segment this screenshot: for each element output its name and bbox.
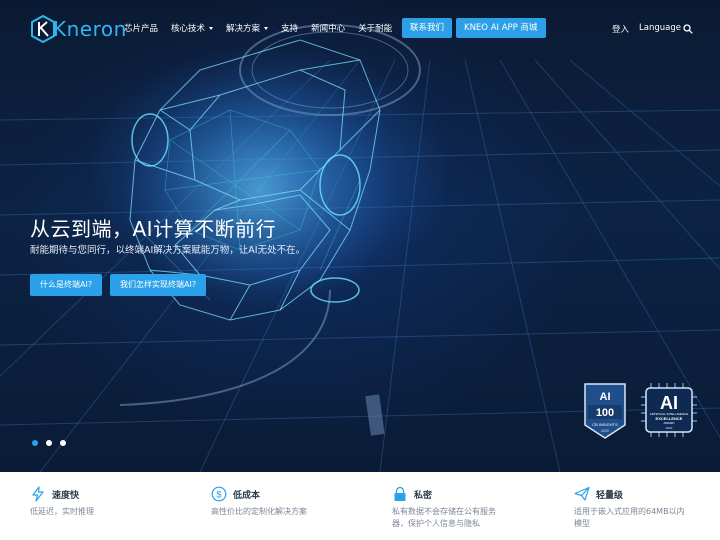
lightning-icon [32,486,44,502]
nav-item-label: 关于耐能 [358,24,393,34]
feature-title: 轻量级 [596,491,624,501]
nav-item-solutions[interactable]: 解决方案 [226,22,269,34]
svg-text:100: 100 [596,407,614,419]
nav-item-label: 芯片产品 [124,24,159,34]
login-link[interactable]: 登入 [612,23,629,35]
main-menu: 芯片产品 核心技术 解决方案 支持 新闻中心 关于耐能 [124,22,405,34]
nav-item-chip-products[interactable]: 芯片产品 [124,22,158,34]
nav-item-label: 支持 [281,24,299,34]
carousel-indicators [32,440,74,446]
dollar-icon: $ [211,486,227,502]
app-store-button[interactable]: KNEO AI APP 商城 [456,18,546,38]
how-edge-ai-button[interactable]: 我们怎样实现终端AI? [110,274,207,296]
hero-headline: 从云到端，AI计算不断前行 [30,217,277,241]
ai100-award-badge: AI 100 CB INSIGHTS 2020 [584,383,626,439]
carousel-dot-2[interactable] [46,440,52,446]
svg-text:2020: 2020 [601,429,609,433]
lock-icon [394,486,406,501]
nav-item-label: 核心技术 [171,24,206,34]
feature-description: 私有数据不会存储在公有服务器，保护个人信息与隐私 [392,507,496,528]
nav-item-core-tech[interactable]: 核心技术 [171,22,214,34]
feature-description: 高性价比的定制化解决方案 [211,507,307,516]
feature-strip: 速度快 低延迟，实时推理 $ 低成本 高性价比的定制化解决方案 私密 私有数据不… [0,472,720,540]
logo-text: Kneron [53,17,127,41]
search-icon[interactable] [683,24,693,34]
feature-title: 速度快 [52,491,80,501]
paper-plane-icon [574,486,590,501]
contact-us-button[interactable]: 联系我们 [402,18,453,38]
svg-text:AWARD: AWARD [664,421,676,425]
svg-text:$: $ [216,490,221,500]
chevron-down-icon [209,26,214,30]
language-selector[interactable]: Language [639,23,681,33]
what-is-edge-ai-button[interactable]: 什么是终端AI? [30,274,103,296]
svg-text:2020: 2020 [666,426,673,430]
nav-item-news[interactable]: 新闻中心 [311,22,345,34]
hero-subline: 耐能期待与您同行，以终端AI解决方案赋能万物，让AI无处不在。 [30,245,306,256]
nav-item-about[interactable]: 关于耐能 [358,22,392,34]
carousel-dot-1[interactable] [32,440,38,446]
feature-description: 低延迟，实时推理 [30,507,94,516]
svg-text:AI: AI [660,393,678,413]
kneron-logo[interactable]: Kneron [30,14,127,44]
carousel-dot-3[interactable] [60,440,66,446]
svg-text:AI: AI [600,391,611,403]
chevron-down-icon [264,26,269,30]
svg-text:CB INSIGHTS: CB INSIGHTS [592,422,618,427]
feature-title: 低成本 [233,491,261,501]
ai-excellence-award-badge: AI ARTIFICIAL INTELLIGENCE EXCELLENCE AW… [641,383,697,437]
feature-description: 适用于嵌入式应用的64MB以内模型 [574,507,685,528]
nav-item-support[interactable]: 支持 [281,22,298,34]
hero-banner: Kneron 芯片产品 核心技术 解决方案 支持 新闻中心 关于耐能 联系我们 … [0,0,720,472]
top-navigation: Kneron 芯片产品 核心技术 解决方案 支持 新闻中心 关于耐能 联系我们 … [0,0,720,58]
nav-item-label: 解决方案 [226,24,261,34]
feature-title: 私密 [414,491,433,501]
nav-item-label: 新闻中心 [311,24,346,34]
